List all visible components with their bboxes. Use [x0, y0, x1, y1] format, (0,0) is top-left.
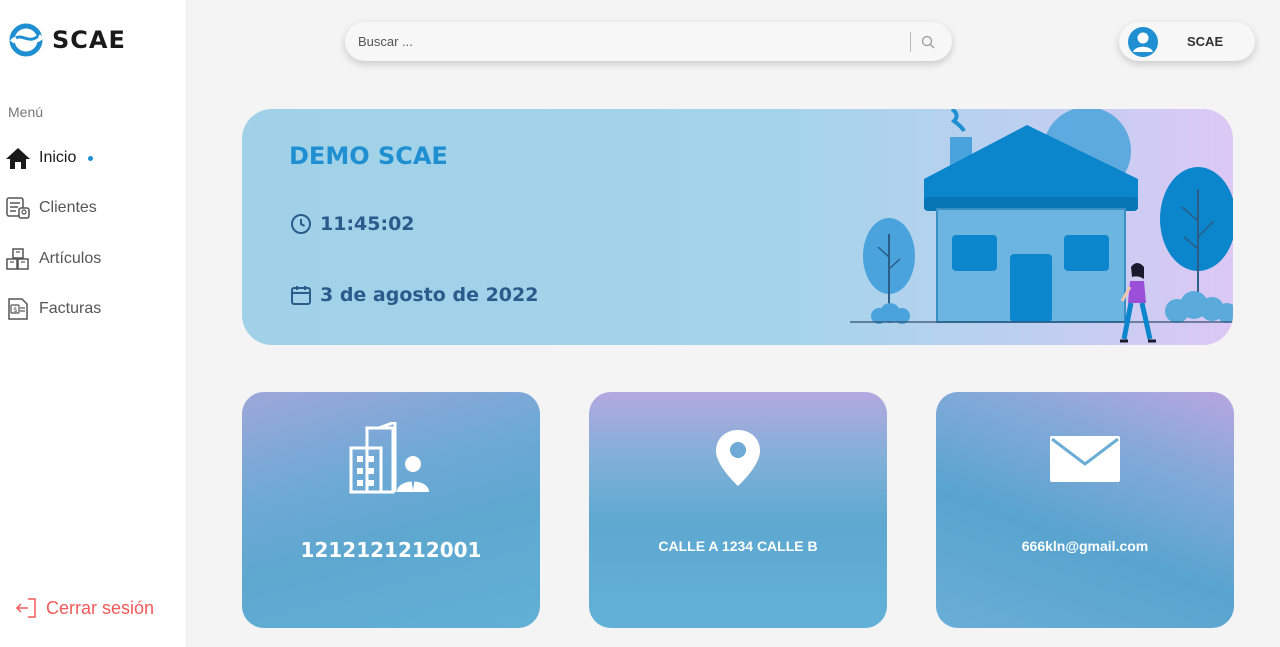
time-value: 11:45:02	[320, 213, 415, 235]
card-icon-wrapper	[589, 428, 887, 488]
sidebar-item-label: Artículos	[39, 250, 102, 267]
current-date: 3 de agosto de 2022	[290, 284, 538, 306]
clients-icon	[6, 197, 30, 219]
address-value: CALLE A 1234 CALLE B	[658, 538, 818, 554]
email-card: 666kln@gmail.com	[936, 392, 1234, 628]
app-name: SCAE	[52, 26, 126, 54]
logo-icon	[9, 23, 44, 57]
building-person-icon	[349, 422, 429, 494]
boxes-icon	[6, 248, 29, 270]
user-name: SCAE	[1187, 34, 1224, 49]
banner-title: DEMO SCAE	[289, 142, 448, 170]
sidebar-item-articulos[interactable]: Artículos	[5, 247, 101, 271]
card-icon-wrapper	[242, 422, 540, 494]
app-logo[interactable]: SCAE	[8, 22, 126, 58]
envelope-icon	[1050, 436, 1120, 482]
sidebar-item-clientes[interactable]: Clientes	[5, 196, 97, 220]
welcome-banner: DEMO SCAE 11:45:02 3 de agosto de 2022	[242, 109, 1233, 345]
company-id-card: 1212121212001	[242, 392, 540, 628]
invoice-icon: $	[8, 298, 28, 320]
sidebar-item-facturas[interactable]: $ Facturas	[5, 297, 101, 321]
logout-label: Cerrar sesión	[46, 597, 155, 618]
company-id-value: 1212121212001	[300, 538, 482, 562]
menu-label: Menú	[8, 104, 44, 120]
svg-text:$: $	[13, 306, 17, 314]
home-icon	[6, 148, 30, 169]
calendar-icon	[291, 286, 311, 305]
search-button[interactable]	[921, 35, 935, 49]
card-icon-wrapper	[936, 436, 1234, 482]
search-bar	[345, 22, 952, 61]
date-value: 3 de agosto de 2022	[320, 284, 539, 306]
sidebar: SCAE Menú Inicio Clientes Artículos $ Fa…	[0, 0, 187, 647]
sidebar-item-label: Facturas	[39, 300, 102, 317]
current-time: 11:45:02	[290, 213, 415, 235]
logout-button[interactable]: Cerrar sesión	[14, 596, 154, 620]
active-indicator	[88, 155, 94, 161]
location-pin-icon	[716, 430, 760, 486]
user-menu[interactable]: SCAE	[1119, 22, 1255, 61]
email-value: 666kln@gmail.com	[1021, 538, 1149, 554]
logout-icon	[15, 598, 36, 618]
house-illustration	[850, 109, 1233, 343]
sidebar-item-inicio[interactable]: Inicio	[5, 146, 94, 170]
sidebar-item-label: Clientes	[39, 199, 97, 216]
user-avatar-icon	[1128, 26, 1158, 57]
clock-icon	[291, 214, 311, 234]
search-input[interactable]	[358, 34, 898, 49]
search-icon	[921, 35, 935, 48]
address-card: CALLE A 1234 CALLE B	[589, 392, 887, 628]
sidebar-item-label: Inicio	[39, 149, 77, 166]
search-divider	[910, 31, 911, 52]
